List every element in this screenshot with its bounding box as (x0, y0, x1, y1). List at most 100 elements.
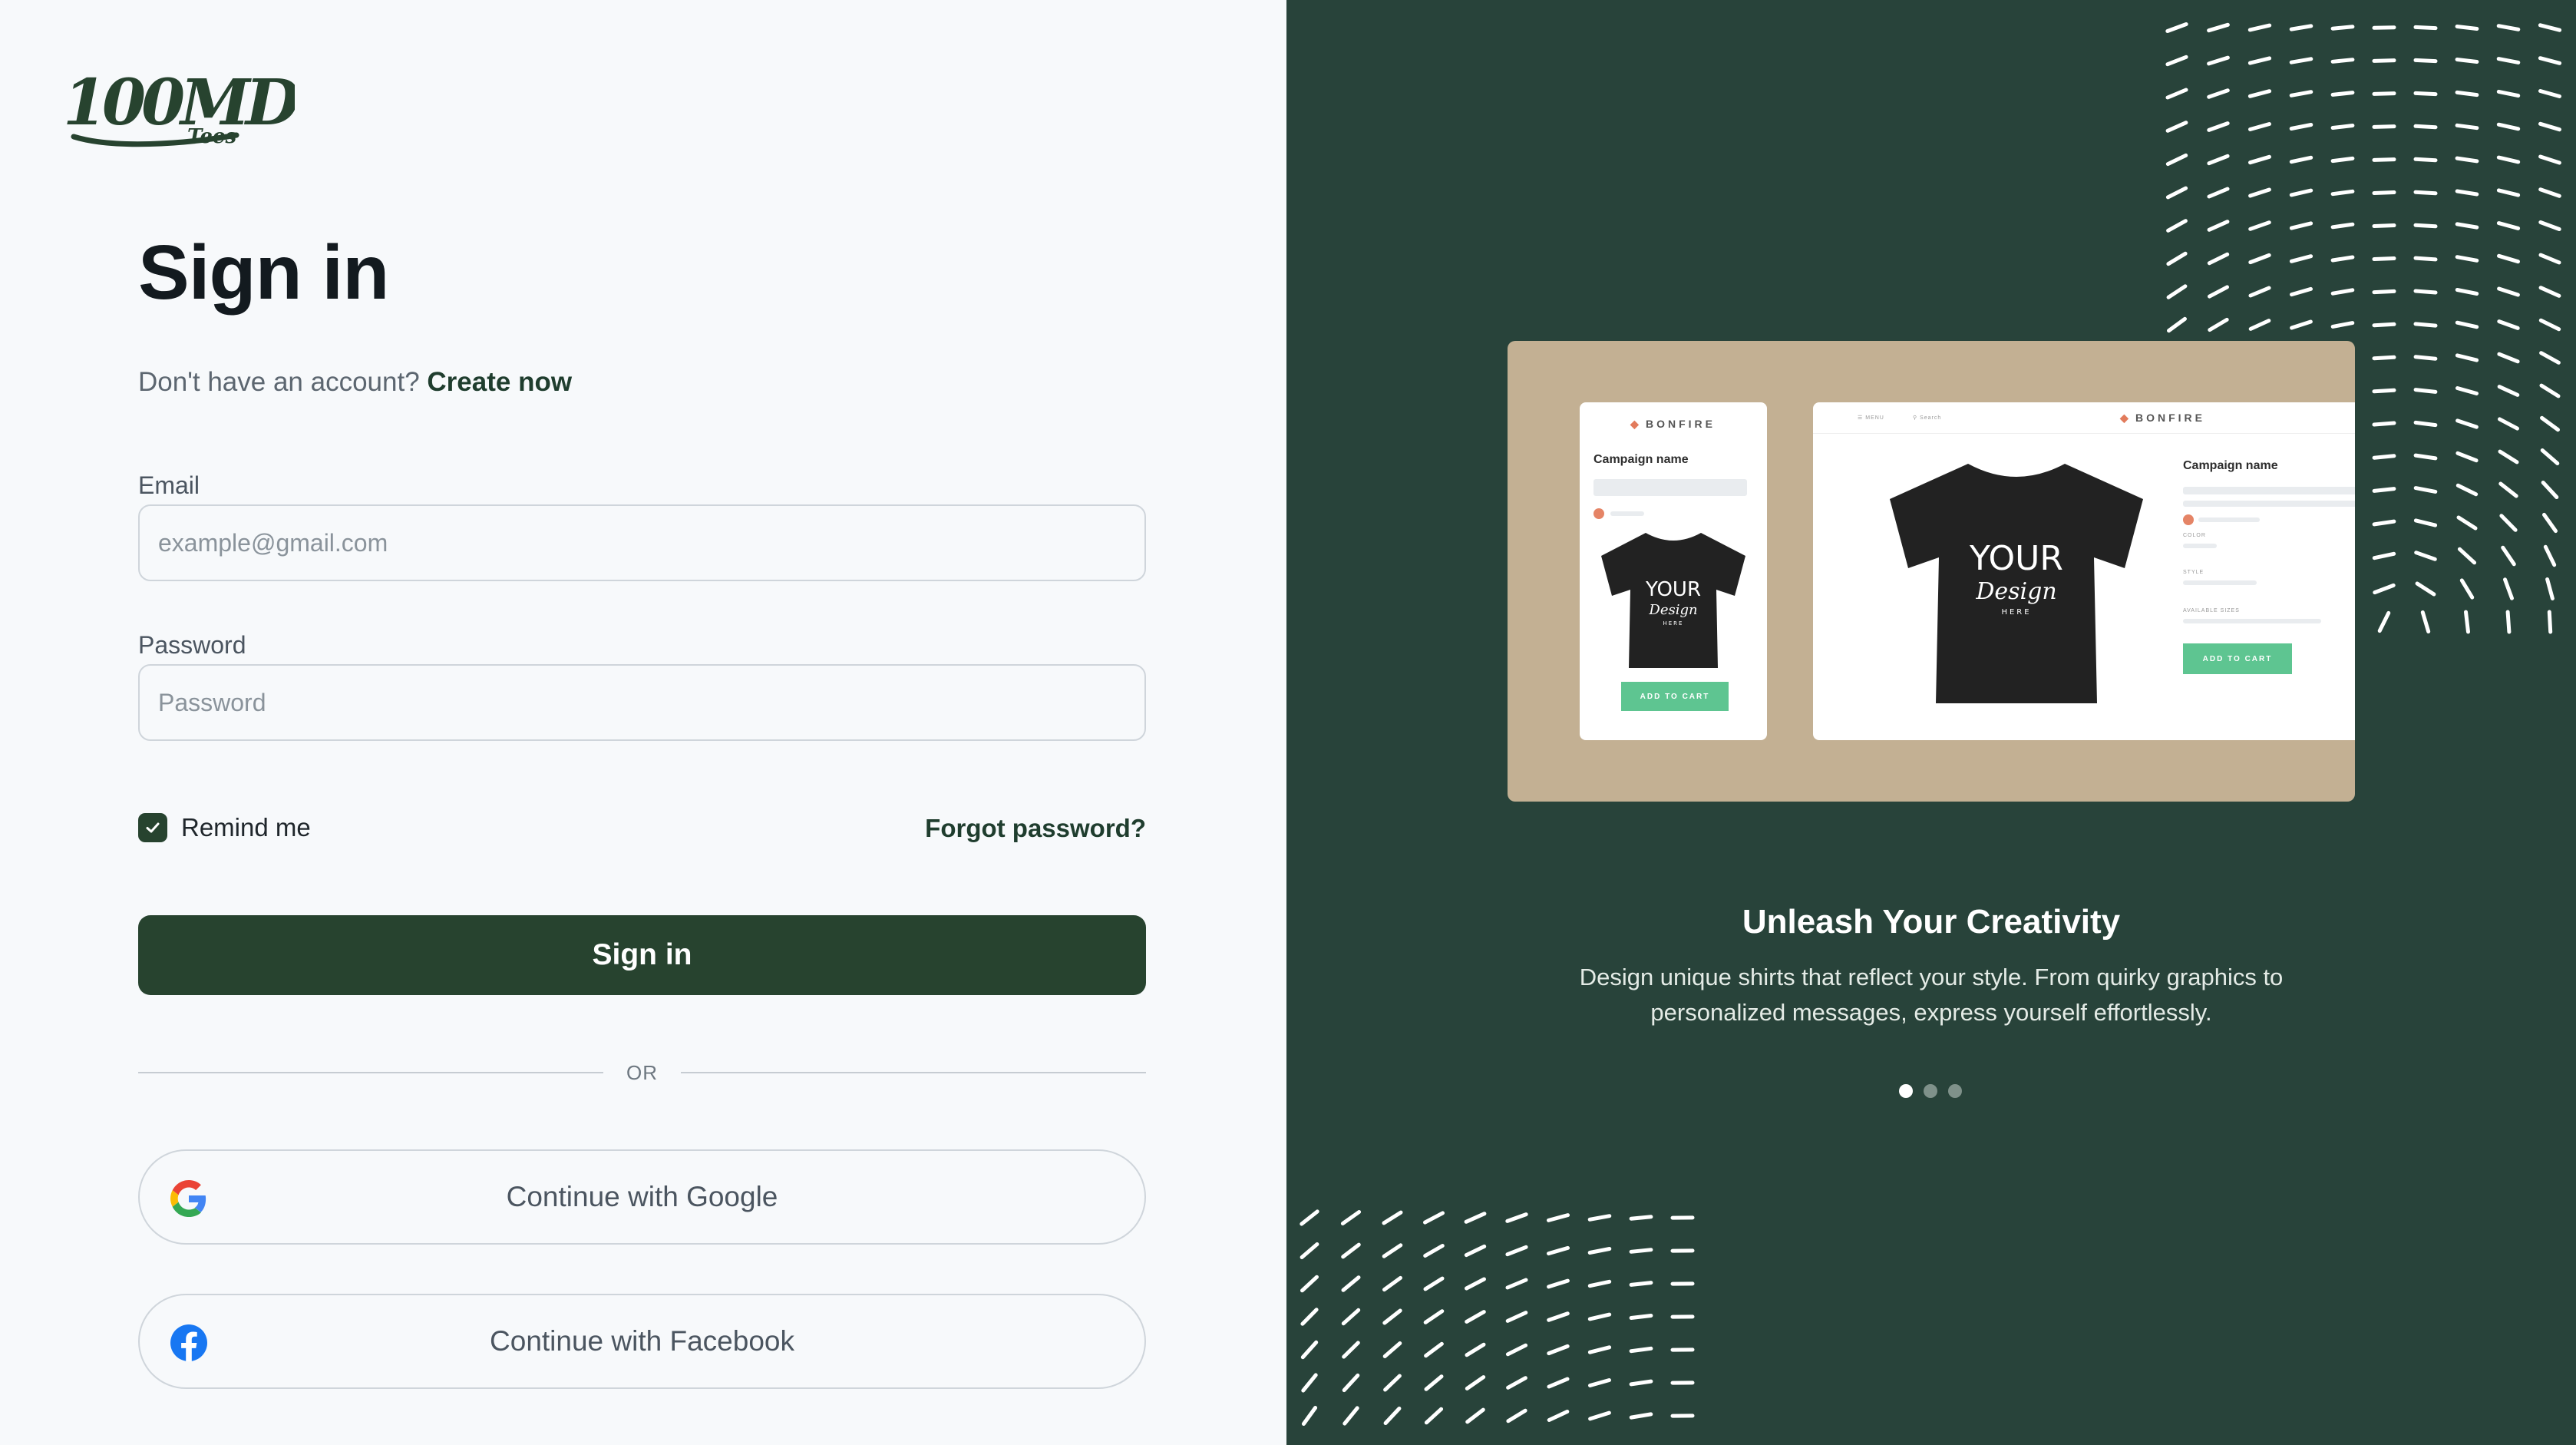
pattern-dash (2289, 221, 2313, 230)
pattern-dash (2538, 220, 2561, 231)
pattern-dash (1547, 1245, 1570, 1256)
pattern-dash (2505, 610, 2512, 634)
divider-line-right (681, 1072, 1146, 1073)
pattern-dash (2455, 189, 2479, 197)
pattern-dash (2498, 449, 2519, 465)
pattern-dash (2455, 90, 2479, 98)
tshirt-large-image: YOUR Design HERE (1890, 464, 2143, 703)
pattern-dash (2372, 289, 2396, 295)
pattern-dash (2248, 253, 2271, 265)
pattern-dash (2547, 610, 2553, 634)
logo-subtext: Tees (187, 125, 236, 148)
product-mockup: ◆ BONFIRE Campaign name YOUR Design HERE … (1508, 341, 2355, 802)
pattern-dash (2413, 124, 2438, 130)
or-divider: OR (138, 1061, 1146, 1084)
pattern-dash (2248, 286, 2271, 298)
remember-me-checkbox[interactable] (138, 813, 167, 842)
mockup-brand: ◆ BONFIRE (1630, 418, 1716, 430)
pattern-dash (2455, 288, 2479, 296)
pattern-dash (1340, 1210, 1362, 1225)
pattern-dash (2372, 256, 2396, 261)
pattern-dash (2413, 453, 2438, 461)
carousel-dot-2[interactable] (1924, 1084, 1937, 1098)
pattern-dash (2166, 251, 2188, 266)
remember-me-row[interactable]: Remind me (138, 812, 311, 843)
flame-icon: ◆ (1630, 418, 1642, 430)
mockup-sizes-label: AVAILABLE SIZES (2183, 608, 2240, 613)
pattern-dash (2455, 222, 2479, 230)
pattern-dash (1342, 1341, 1360, 1359)
pattern-dash (2166, 284, 2188, 299)
pattern-dash (2330, 189, 2355, 197)
pattern-dash (2543, 544, 2557, 567)
pattern-dash (2289, 57, 2313, 64)
forgot-password-link[interactable]: Forgot password? (925, 814, 1146, 843)
pattern-dash (2165, 88, 2188, 100)
mockup-campaign-name: Campaign name (1593, 453, 1689, 466)
mockup-skeleton (2198, 517, 2260, 522)
pattern-dash (2289, 24, 2313, 31)
pattern-dash (2330, 25, 2355, 31)
carousel-dot-1[interactable] (1899, 1084, 1913, 1098)
create-account-link[interactable]: Create now (427, 367, 572, 397)
pattern-dash (2166, 219, 2188, 233)
pattern-dash (2497, 253, 2520, 264)
pattern-dash (2330, 321, 2355, 329)
pattern-dash (2207, 22, 2230, 33)
google-signin-button[interactable]: Continue with Google (138, 1149, 1146, 1245)
pattern-dash (2248, 187, 2271, 198)
pattern-dash (2248, 220, 2271, 231)
facebook-signin-button[interactable]: Continue with Facebook (138, 1294, 1146, 1389)
pattern-dash (2248, 154, 2271, 165)
promo-panel: ◆ BONFIRE Campaign name YOUR Design HERE … (1286, 0, 2576, 1445)
pattern-dash (2498, 417, 2519, 431)
pattern-dash (2208, 285, 2229, 299)
pattern-dash (1300, 1340, 1319, 1360)
pattern-dash (1341, 1242, 1361, 1259)
mockup-skeleton (2183, 544, 2217, 548)
pattern-dash (2455, 320, 2479, 329)
pattern-dash (2377, 610, 2391, 633)
pattern-dash (1588, 1410, 1611, 1421)
check-icon (146, 822, 160, 833)
mockup-skeleton (1610, 511, 1644, 516)
pattern-dash (2455, 483, 2479, 497)
pattern-dash (1547, 1410, 1570, 1422)
pattern-dash (1383, 1407, 1402, 1425)
pattern-dash (1300, 1308, 1319, 1326)
mockup-color-dot (2183, 514, 2194, 525)
mockup-mobile-card: ◆ BONFIRE Campaign name YOUR Design HERE … (1580, 402, 1767, 740)
flame-icon: ◆ (2120, 412, 2132, 424)
mockup-desktop-card: ☰ MENU ⚲ Search ◆ BONFIRE YOUR Design HER… (1813, 402, 2355, 740)
pattern-dash (2372, 454, 2396, 460)
pattern-dash (2415, 581, 2436, 597)
pattern-dash (2248, 122, 2271, 131)
password-label: Password (138, 631, 246, 659)
pattern-dash (1505, 1212, 1528, 1223)
pattern-dash (2372, 551, 2396, 560)
sign-in-button[interactable]: Sign in (138, 915, 1146, 995)
pattern-dash (2496, 122, 2521, 131)
email-input[interactable] (138, 504, 1146, 581)
mockup-add-to-cart: ADD TO CART (2183, 643, 2292, 674)
carousel-dot-3[interactable] (1948, 1084, 1962, 1098)
pattern-dash (1423, 1211, 1445, 1225)
password-input[interactable] (138, 664, 1146, 741)
brand-logo[interactable]: 100MD Tees (60, 69, 295, 152)
pattern-dash (1424, 1374, 1444, 1391)
pattern-dash (2372, 421, 2396, 427)
pattern-dash (2207, 252, 2230, 266)
pattern-dash (1300, 1242, 1319, 1259)
pattern-dash (1629, 1215, 1653, 1221)
pattern-dash (2455, 386, 2479, 395)
pattern-dash (2413, 518, 2438, 527)
pattern-dash (2247, 23, 2272, 32)
pattern-dash (2501, 545, 2516, 567)
pattern-dash (2165, 22, 2188, 33)
pattern-dash (1465, 1277, 1486, 1291)
pattern-dash (1382, 1243, 1403, 1258)
pattern-dash (2413, 420, 2438, 428)
pattern-dash (1588, 1378, 1611, 1387)
pattern-dash (1300, 1275, 1319, 1293)
pattern-dash (2167, 316, 2187, 333)
